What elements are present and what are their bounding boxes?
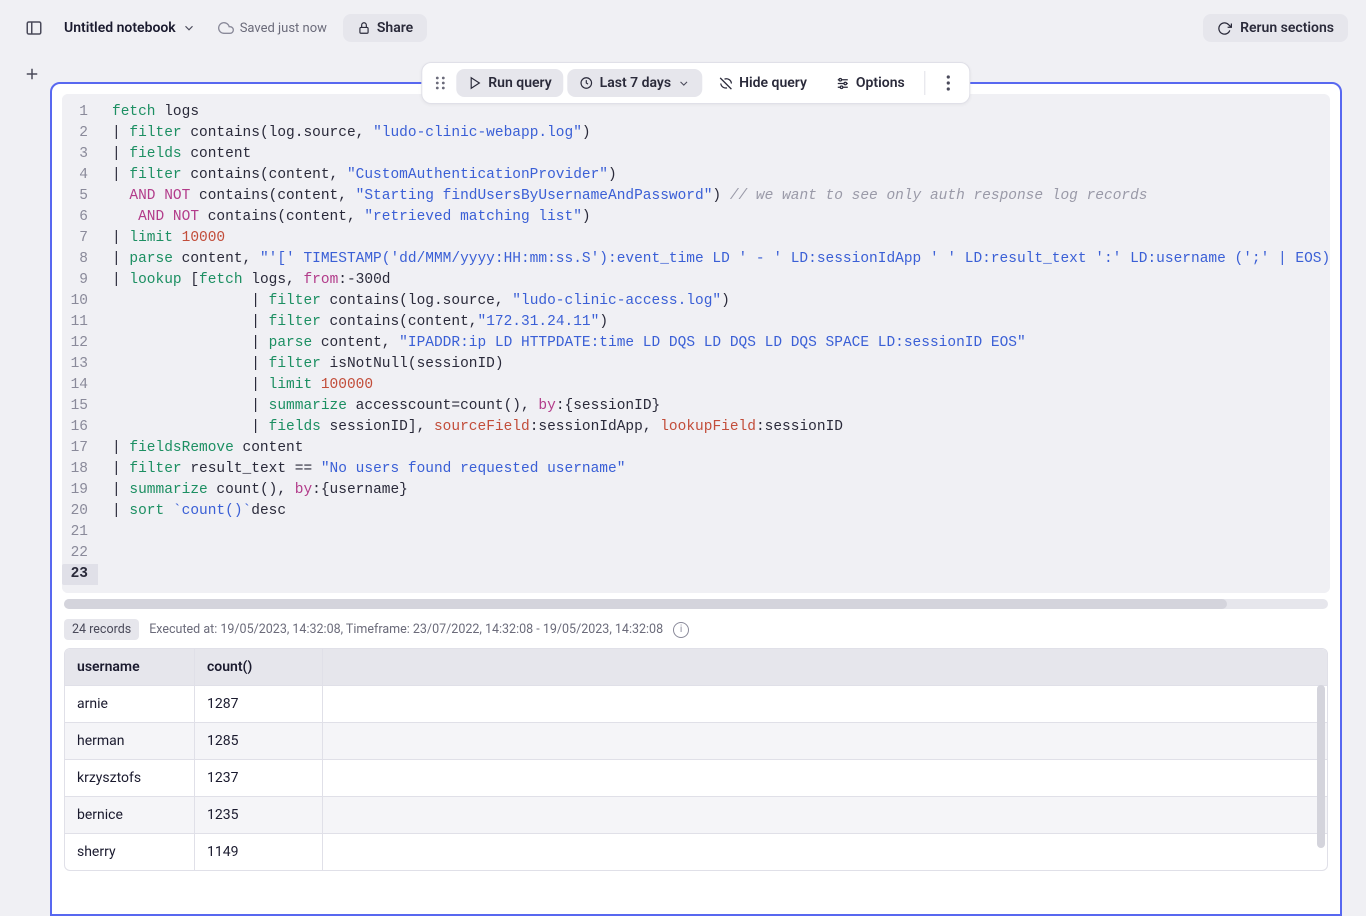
results-table: username count() arnie1287herman1285krzy… bbox=[64, 648, 1328, 871]
play-icon bbox=[468, 76, 482, 90]
horizontal-scrollbar[interactable] bbox=[64, 599, 1328, 609]
section-toolbar: Run query Last 7 days Hide query Options bbox=[421, 62, 970, 104]
records-badge: 24 records bbox=[64, 619, 139, 640]
table-row[interactable]: krzysztofs1237 bbox=[65, 759, 1327, 796]
cell-empty bbox=[323, 834, 1327, 870]
cloud-saved-icon bbox=[218, 20, 234, 36]
clock-icon bbox=[580, 76, 594, 90]
column-header-username[interactable]: username bbox=[65, 649, 195, 685]
hide-query-label: Hide query bbox=[739, 75, 807, 91]
notebook-title-text: Untitled notebook bbox=[64, 20, 176, 36]
cell-username: krzysztofs bbox=[65, 760, 195, 796]
table-row[interactable]: arnie1287 bbox=[65, 685, 1327, 722]
chevron-down-icon bbox=[677, 77, 690, 90]
cell-count: 1235 bbox=[195, 797, 323, 833]
cell-empty bbox=[323, 760, 1327, 796]
query-section: 1234567891011121314151617181920212223 fe… bbox=[50, 82, 1342, 916]
table-row[interactable]: herman1285 bbox=[65, 722, 1327, 759]
cell-count: 1285 bbox=[195, 723, 323, 759]
hide-icon bbox=[718, 76, 733, 91]
cell-count: 1287 bbox=[195, 686, 323, 722]
share-button[interactable]: Share bbox=[343, 14, 427, 42]
notebook-title[interactable]: Untitled notebook bbox=[58, 16, 202, 40]
column-header-count[interactable]: count() bbox=[195, 649, 323, 685]
options-button[interactable]: Options bbox=[823, 69, 917, 97]
options-label: Options bbox=[856, 75, 905, 91]
timeframe-dropdown[interactable]: Last 7 days bbox=[568, 69, 702, 97]
drag-handle-icon[interactable] bbox=[428, 75, 452, 91]
saved-status: Saved just now bbox=[218, 20, 327, 36]
cell-username: herman bbox=[65, 723, 195, 759]
cell-empty bbox=[323, 686, 1327, 722]
rerun-label: Rerun sections bbox=[1240, 20, 1334, 36]
code-editor[interactable]: 1234567891011121314151617181920212223 fe… bbox=[62, 94, 1330, 593]
cell-username: arnie bbox=[65, 686, 195, 722]
info-icon[interactable]: i bbox=[673, 622, 689, 638]
cell-username: bernice bbox=[65, 797, 195, 833]
hide-query-button[interactable]: Hide query bbox=[706, 69, 819, 97]
cell-count: 1237 bbox=[195, 760, 323, 796]
rerun-sections-button[interactable]: Rerun sections bbox=[1203, 14, 1348, 42]
cell-username: sherry bbox=[65, 834, 195, 870]
sliders-icon bbox=[835, 76, 850, 91]
column-header-empty bbox=[323, 649, 1327, 685]
run-query-label: Run query bbox=[488, 75, 551, 91]
share-label: Share bbox=[377, 20, 413, 36]
cell-empty bbox=[323, 797, 1327, 833]
cell-count: 1149 bbox=[195, 834, 323, 870]
sidebar-toggle-icon[interactable] bbox=[18, 12, 50, 44]
cell-empty bbox=[323, 723, 1327, 759]
vertical-scrollbar[interactable] bbox=[1317, 685, 1325, 866]
saved-text: Saved just now bbox=[240, 21, 327, 36]
execution-meta: Executed at: 19/05/2023, 14:32:08, Timef… bbox=[149, 622, 663, 637]
run-query-button[interactable]: Run query bbox=[456, 69, 563, 97]
add-section-button[interactable] bbox=[18, 60, 46, 88]
more-menu-button[interactable] bbox=[934, 75, 964, 91]
timeframe-label: Last 7 days bbox=[600, 75, 671, 91]
rerun-icon bbox=[1217, 21, 1232, 36]
table-row[interactable]: bernice1235 bbox=[65, 796, 1327, 833]
table-header: username count() bbox=[65, 649, 1327, 685]
table-row[interactable]: sherry1149 bbox=[65, 833, 1327, 870]
lock-icon bbox=[357, 21, 371, 35]
chevron-down-icon bbox=[182, 21, 196, 35]
